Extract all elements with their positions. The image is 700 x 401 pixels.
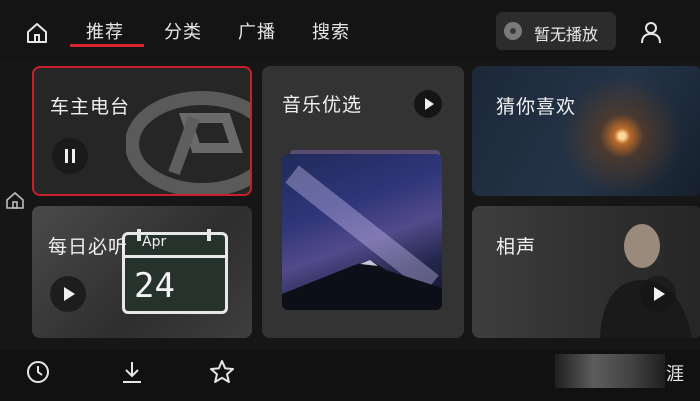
download-icon[interactable]	[118, 358, 146, 386]
user-icon[interactable]	[638, 19, 664, 45]
tab-recommend[interactable]: 推荐	[86, 18, 124, 44]
card-title: 猜你喜欢	[496, 96, 577, 118]
blurred-overlay	[555, 354, 665, 388]
calendar-day: 24	[134, 266, 175, 306]
card-title: 每日必听	[48, 236, 129, 258]
card-title: 音乐优选	[282, 94, 363, 116]
pause-icon	[65, 149, 75, 163]
sparkler-image	[472, 66, 700, 196]
now-playing-button[interactable]: 暂无播放	[496, 12, 616, 50]
tab-category[interactable]: 分类	[164, 18, 202, 44]
play-icon	[654, 287, 665, 301]
play-button[interactable]	[414, 90, 442, 118]
brand-logo-artwork	[126, 91, 250, 194]
card-title: 相声	[496, 236, 537, 258]
now-playing-label: 暂无播放	[534, 25, 599, 44]
star-icon[interactable]	[208, 358, 236, 386]
active-tab-indicator	[70, 44, 144, 47]
card-crosstalk[interactable]: 相声	[472, 206, 700, 338]
card-title: 车主电台	[50, 96, 131, 118]
home-icon[interactable]	[24, 20, 50, 46]
play-icon	[64, 287, 75, 301]
calendar-month: Apr	[142, 234, 167, 250]
disc-icon	[504, 22, 522, 40]
card-music-pick[interactable]: 音乐优选	[262, 66, 464, 338]
watermark-text: 涯	[666, 364, 684, 385]
play-icon	[425, 98, 434, 110]
card-daily-listen[interactable]: Apr 24 每日必听	[32, 206, 252, 338]
card-guess-you-like[interactable]: 猜你喜欢	[472, 66, 700, 196]
history-icon[interactable]	[24, 358, 52, 386]
mountain-galaxy-image	[282, 165, 442, 310]
home-icon[interactable]	[5, 190, 25, 210]
play-button[interactable]	[50, 276, 86, 312]
card-owner-radio[interactable]: 车主电台	[32, 66, 252, 196]
tab-search[interactable]: 搜索	[312, 18, 350, 44]
album-cover	[282, 154, 442, 310]
play-button[interactable]	[640, 276, 676, 312]
pause-button[interactable]	[52, 138, 88, 174]
tab-broadcast[interactable]: 广播	[238, 18, 276, 44]
